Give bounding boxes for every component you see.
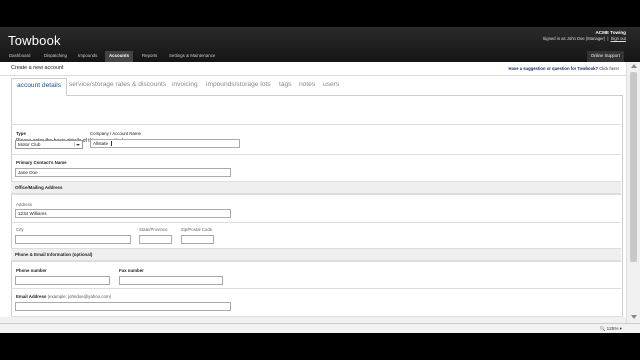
city-input[interactable]: [15, 235, 131, 244]
feedback-text: Have a suggestion or question for Towboo…: [508, 66, 599, 71]
type-select[interactable]: Motor Club: [15, 140, 83, 149]
tab-impounds-storage-lots[interactable]: impounds/storage lots: [206, 81, 271, 88]
zip-input[interactable]: [181, 235, 214, 244]
primary-contact-input[interactable]: Jane Doe: [15, 168, 231, 177]
phone-input[interactable]: [15, 276, 110, 285]
scroll-thumb[interactable]: [630, 72, 637, 262]
phone-label: Phone number: [16, 268, 47, 273]
online-support-link[interactable]: Online Support: [586, 51, 624, 62]
nav-reports[interactable]: Reports: [142, 53, 157, 58]
company-name-value: Allstate: [93, 141, 109, 146]
email-label: Email Address (example: johndoe@yahoo.co…: [16, 294, 111, 299]
signed-in-info: Signed in as John Doe (Manager) | Sign o…: [543, 36, 626, 41]
nav-settings[interactable]: Settings & Maintenance: [169, 53, 215, 58]
company-label: Company / Account Name: [90, 131, 142, 136]
sign-out-link[interactable]: Sign out: [611, 36, 626, 41]
top-header: Towbook ACME Towing Signed in as John Do…: [0, 27, 640, 62]
tab-notes[interactable]: notes: [299, 81, 315, 88]
scroll-up-icon[interactable]: [631, 64, 637, 68]
feedback-prompt: Have a suggestion or question for Towboo…: [509, 66, 619, 71]
browser-status-bar: 🔍 125% ▾: [0, 323, 640, 333]
tab-account-details[interactable]: account details: [11, 78, 67, 96]
feedback-link[interactable]: Click here!: [599, 66, 619, 71]
company-name: ACME Towing: [595, 30, 626, 35]
state-input[interactable]: [139, 235, 172, 244]
company-name-input[interactable]: Allstate: [90, 139, 240, 148]
zoom-level[interactable]: 🔍 125% ▾: [600, 326, 622, 332]
nav-accounts[interactable]: Accounts: [105, 51, 134, 62]
zip-label: Zip/Postal Code: [181, 227, 213, 232]
tab-invoicing[interactable]: invoicing: [172, 81, 198, 88]
tab-service-storage-rates[interactable]: service/storage rates & discounts: [69, 81, 166, 88]
state-label: State/Province: [139, 227, 168, 232]
city-label: City: [16, 227, 24, 232]
sub-header: Create a new account Have a suggestion o…: [0, 62, 626, 76]
nav-impounds[interactable]: Impounds: [78, 53, 97, 58]
nav-dispatching[interactable]: Dispatching: [44, 53, 67, 58]
signed-in-separator: |: [607, 36, 609, 41]
browser-viewport: Towbook ACME Towing Signed in as John Do…: [0, 27, 640, 333]
fax-input[interactable]: [119, 276, 223, 285]
office-address-heading: Office/Mailing Address: [15, 185, 63, 190]
tab-users[interactable]: users: [323, 81, 339, 88]
address-label: Address: [16, 202, 33, 207]
email-label-text: Email Address: [16, 294, 47, 299]
text-cursor-icon: [111, 141, 113, 147]
tab-tags[interactable]: tags: [279, 81, 291, 88]
phone-email-section: Phone & Email Information (optional): [11, 248, 621, 261]
page-title: Create a new account: [11, 65, 64, 71]
main-nav: Dashboard Dispatching Impounds Accounts …: [0, 51, 626, 62]
office-address-section: Office/Mailing Address: [11, 181, 621, 194]
signed-in-text: Signed in as John Doe (Manager): [542, 36, 606, 41]
app-logo[interactable]: Towbook: [8, 33, 61, 48]
nav-dashboard[interactable]: Dashboard: [9, 53, 30, 58]
type-select-value: Motor Club: [18, 142, 41, 147]
type-label: Type: [16, 131, 26, 136]
account-tabs: account details service/storage rates & …: [11, 78, 623, 96]
zoom-value: 125%: [606, 326, 619, 331]
address-input[interactable]: 1234 Williams: [15, 209, 231, 218]
email-hint: (example: johndoe@yahoo.com): [47, 294, 112, 299]
primary-contact-label: Primary Contact's Name: [16, 160, 67, 165]
email-input[interactable]: [15, 302, 231, 311]
fax-label: Fax number: [119, 268, 144, 273]
scroll-down-icon[interactable]: [631, 315, 637, 319]
chevron-down-icon: [74, 142, 81, 147]
phone-email-heading: Phone & Email Information (optional): [15, 252, 93, 257]
vertical-scrollbar[interactable]: [626, 62, 640, 333]
